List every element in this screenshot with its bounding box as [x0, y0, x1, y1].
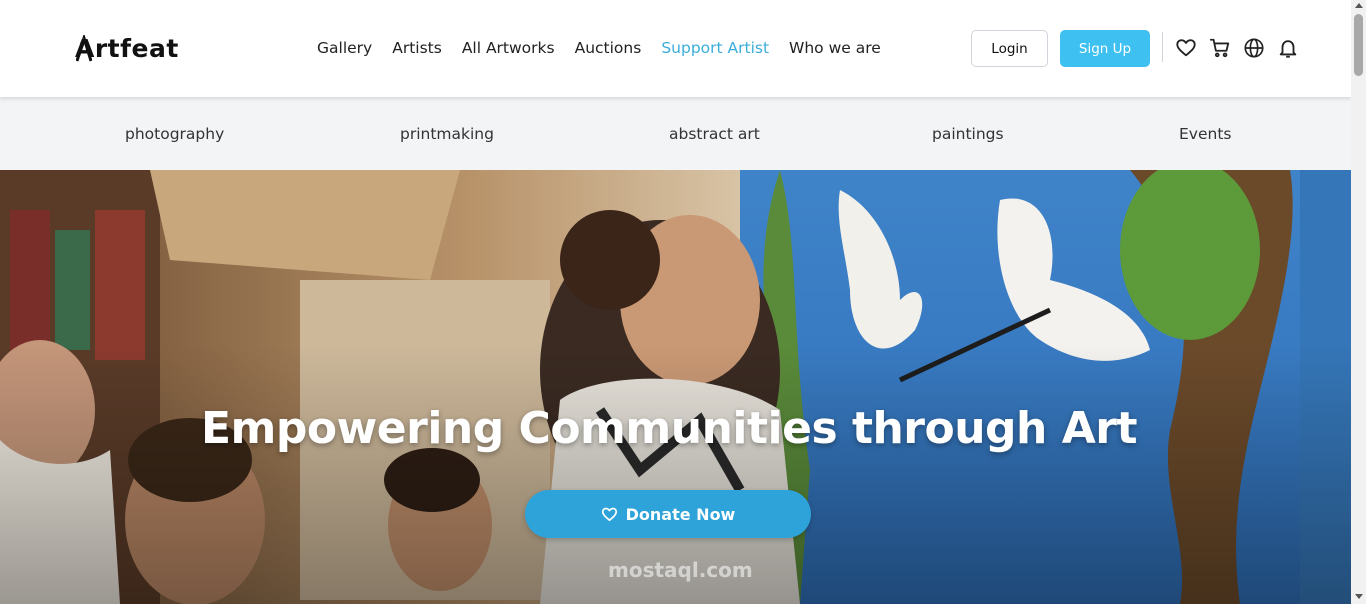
category-printmaking[interactable]: printmaking [400, 124, 494, 144]
nav-all-artworks[interactable]: All Artworks [462, 38, 555, 58]
hero-image [0, 170, 1351, 604]
nav-auctions[interactable]: Auctions [575, 38, 642, 58]
logo-text: Artfeat [75, 33, 179, 63]
artfeat-logo[interactable]: Artfeat [75, 33, 179, 63]
watermark-text: mostaql.com [608, 558, 753, 582]
donate-now-button[interactable]: Donate Now [525, 490, 811, 538]
hero-title: Empowering Communities through Art [201, 403, 1137, 454]
site-header: Artfeat Gallery Artists All Artworks Auc… [0, 0, 1351, 97]
cart-icon[interactable] [1208, 36, 1232, 60]
scroll-down-arrow-icon[interactable] [1355, 594, 1363, 599]
hero-section: Empowering Communities through Art Donat… [0, 170, 1351, 604]
nav-gallery[interactable]: Gallery [317, 38, 372, 58]
heart-icon[interactable] [1174, 36, 1198, 60]
nav-who-we-are[interactable]: Who we are [789, 38, 881, 58]
category-paintings[interactable]: paintings [932, 124, 1004, 144]
category-bar: photography printmaking abstract art pai… [0, 97, 1351, 170]
globe-icon[interactable] [1242, 36, 1266, 60]
heart-outline-icon [601, 507, 617, 521]
category-events[interactable]: Events [1179, 124, 1231, 144]
nav-support-artist[interactable]: Support Artist [661, 38, 769, 58]
page-scrollbar[interactable] [1351, 0, 1366, 604]
login-button[interactable]: Login [971, 30, 1048, 67]
scroll-up-arrow-icon[interactable] [1355, 3, 1363, 8]
donate-now-label: Donate Now [625, 504, 736, 524]
bell-icon[interactable] [1276, 36, 1300, 60]
category-abstract-art[interactable]: abstract art [669, 124, 760, 144]
scrollbar-thumb[interactable] [1354, 14, 1363, 76]
signup-button[interactable]: Sign Up [1060, 30, 1150, 67]
main-nav: Gallery Artists All Artworks Auctions Su… [317, 38, 901, 58]
header-divider [1162, 32, 1163, 62]
nav-artists[interactable]: Artists [392, 38, 442, 58]
category-photography[interactable]: photography [125, 124, 224, 144]
